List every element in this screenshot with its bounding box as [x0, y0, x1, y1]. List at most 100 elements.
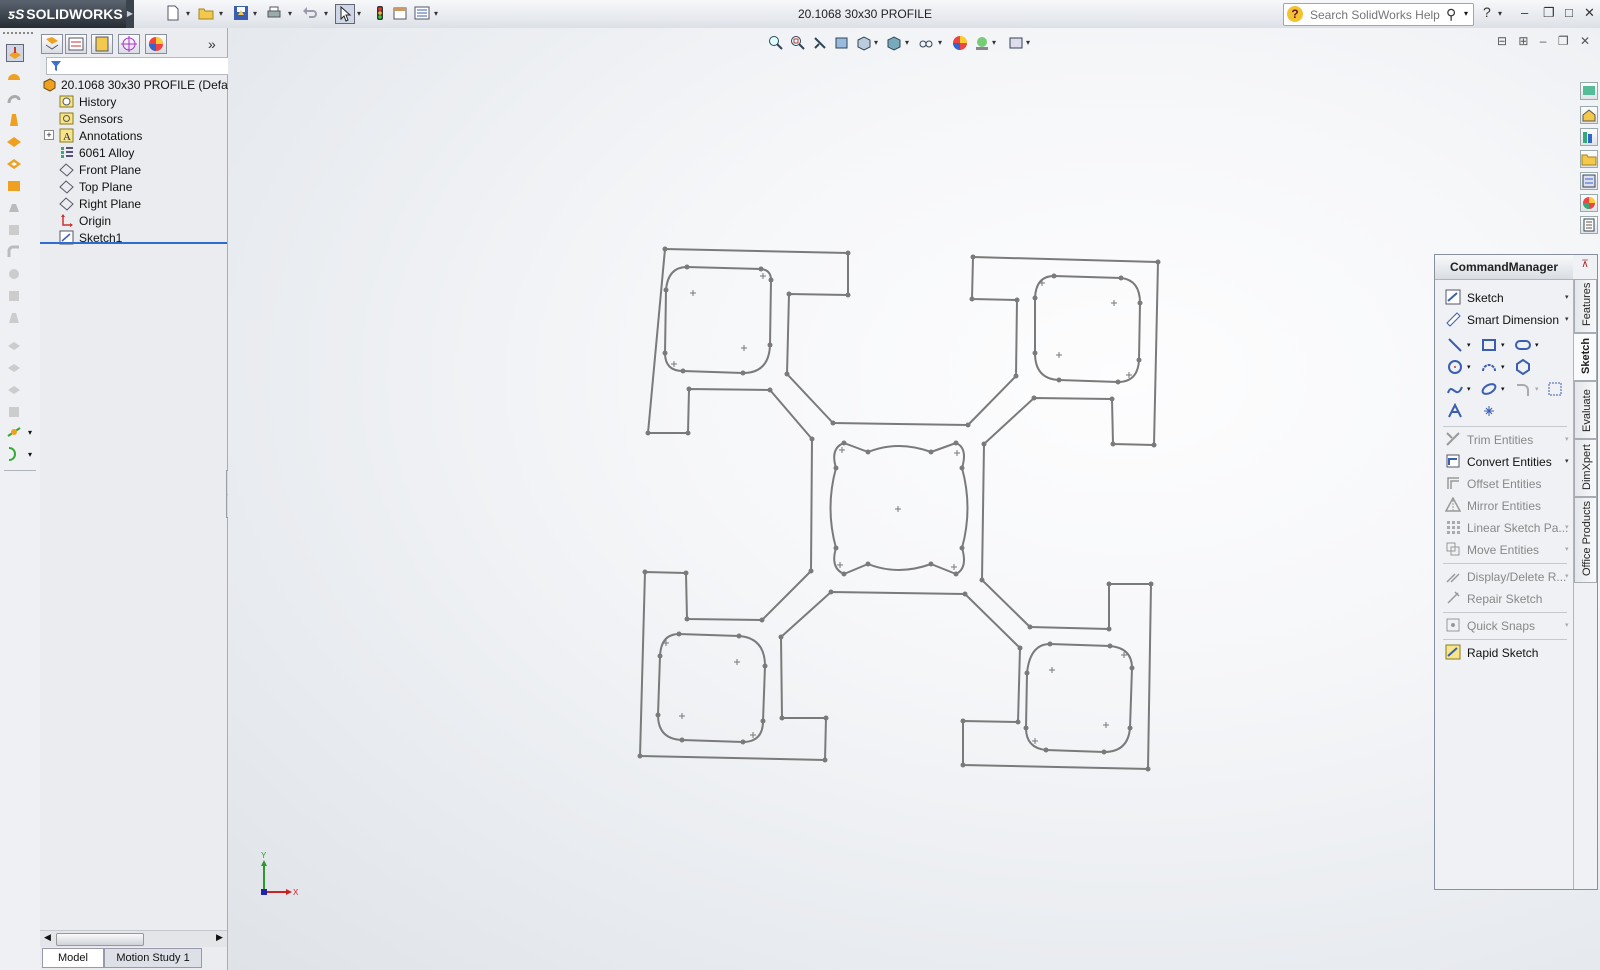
text-icon[interactable] — [1447, 403, 1463, 419]
relations-dropdown-icon[interactable]: ▾ — [1565, 572, 1569, 580]
print-dropdown-icon[interactable]: ▾ — [288, 9, 292, 18]
minimize-icon[interactable]: ‒ — [1521, 5, 1528, 20]
tab-dimxpert[interactable]: DimXpert — [1574, 439, 1597, 497]
scroll-right-icon[interactable]: ▶ — [216, 932, 223, 943]
line-dropdown-icon[interactable]: ▾ — [1467, 341, 1471, 349]
scroll-left-icon[interactable]: ◀ — [44, 932, 51, 943]
curves-dropdown-icon[interactable]: ▾ — [28, 450, 32, 459]
move-dropdown-icon[interactable]: ▾ — [1565, 545, 1569, 553]
circle-dropdown-icon[interactable]: ▾ — [1467, 363, 1471, 371]
search-input[interactable] — [1308, 6, 1442, 24]
restore-icon[interactable]: ❐ — [1543, 5, 1555, 21]
help-icon[interactable]: ? — [1483, 4, 1491, 20]
sketch-dropdown-icon[interactable]: ▾ — [1565, 293, 1569, 301]
solidworks-resources-icon[interactable] — [1580, 82, 1598, 100]
sketch-profile-drawing[interactable] — [228, 28, 1600, 970]
line-icon[interactable] — [1447, 337, 1463, 353]
sketch-button[interactable]: Sketch ▾ — [1443, 287, 1569, 307]
home-icon[interactable] — [1580, 106, 1598, 124]
tree-item-right-plane[interactable]: Right Plane — [40, 195, 227, 212]
help-dropdown-icon[interactable]: ▾ — [1498, 9, 1502, 18]
more-tabs-chevron-icon[interactable]: » — [208, 36, 216, 52]
circle-icon[interactable] — [1447, 359, 1463, 375]
tab-evaluate[interactable]: Evaluate — [1574, 381, 1597, 439]
offset-entities-button[interactable]: Offset Entities — [1443, 473, 1567, 493]
rollback-bar[interactable] — [40, 242, 227, 244]
tree-root-part[interactable]: 20.1068 30x30 PROFILE (Default< — [40, 76, 247, 93]
auto-hide-pin-icon[interactable]: ⊼ — [1576, 259, 1594, 275]
plane-sketch-icon[interactable] — [1547, 381, 1563, 397]
rapid-sketch-button[interactable]: Rapid Sketch — [1443, 642, 1567, 662]
tree-item-front-plane[interactable]: Front Plane — [40, 161, 227, 178]
search-dropdown-icon[interactable]: ▾ — [1464, 9, 1468, 18]
tab-property-manager[interactable] — [65, 34, 87, 54]
open-dropdown-icon[interactable]: ▾ — [219, 9, 223, 18]
select-pointer-icon[interactable] — [335, 4, 355, 24]
mirror-entities-button[interactable]: Mirror Entities — [1443, 495, 1567, 515]
tab-dimxpert-manager[interactable] — [118, 34, 140, 54]
search-icon[interactable]: ⚲ — [1446, 6, 1456, 23]
save-icon[interactable] — [233, 5, 249, 21]
sketch-fillet-icon[interactable] — [1515, 381, 1531, 397]
rectangle-icon[interactable] — [1481, 337, 1497, 353]
tab-feature-manager[interactable] — [41, 34, 63, 54]
repair-sketch-button[interactable]: Repair Sketch — [1443, 588, 1567, 608]
feature-tree-filter[interactable] — [46, 57, 229, 75]
save-dropdown-icon[interactable]: ▾ — [253, 9, 257, 18]
tab-office-products[interactable]: Office Products — [1574, 497, 1597, 583]
quick-snaps-dropdown-icon[interactable]: ▾ — [1565, 621, 1569, 629]
rebuild-icon[interactable] — [372, 5, 388, 21]
toolbar-grip[interactable] — [3, 32, 33, 34]
tab-motion-study[interactable]: Motion Study 1 — [104, 948, 202, 968]
loft-icon[interactable] — [6, 112, 22, 128]
appearances-icon[interactable] — [1580, 194, 1598, 212]
fillet-dropdown-icon[interactable]: ▾ — [1535, 385, 1539, 393]
command-manager-title[interactable]: CommandManager — [1435, 255, 1573, 280]
expand-plus-icon[interactable]: + — [44, 130, 54, 140]
intersect-icon[interactable] — [6, 360, 22, 376]
linear-pattern-dropdown-icon[interactable]: ▾ — [1565, 523, 1569, 531]
curves-icon[interactable] — [6, 446, 22, 462]
sweep-icon[interactable] — [6, 90, 22, 106]
slot-icon[interactable] — [1515, 337, 1531, 353]
cut-extrude-icon[interactable] — [6, 156, 22, 172]
revolve-icon[interactable] — [6, 68, 22, 84]
search-help-box[interactable]: ? ⚲ ▾ — [1283, 3, 1474, 26]
print-icon[interactable] — [266, 5, 282, 21]
reference-geometry-icon[interactable] — [6, 424, 22, 440]
file-explorer-icon[interactable] — [1580, 150, 1598, 168]
linear-pattern-icon[interactable] — [6, 266, 22, 282]
tab-configuration-manager[interactable] — [91, 34, 113, 54]
tab-model[interactable]: Model — [42, 948, 104, 968]
ellipse-icon[interactable] — [1481, 381, 1497, 397]
ellipse-dropdown-icon[interactable]: ▾ — [1501, 385, 1505, 393]
shell-icon[interactable] — [6, 404, 22, 420]
spline-dropdown-icon[interactable]: ▾ — [1467, 385, 1471, 393]
close-icon[interactable]: ✕ — [1584, 5, 1595, 21]
trim-entities-button[interactable]: Trim Entities ▾ — [1443, 429, 1569, 449]
help-question-icon[interactable]: ? — [1287, 6, 1303, 22]
fillet-icon[interactable] — [6, 244, 22, 260]
smart-dimension-button[interactable]: Smart Dimension ▾ — [1443, 309, 1569, 329]
tree-item-top-plane[interactable]: Top Plane — [40, 178, 227, 195]
tree-item-history[interactable]: History — [40, 93, 227, 110]
draft-icon[interactable] — [6, 310, 22, 326]
tree-item-material[interactable]: 6061 Alloy — [40, 144, 227, 161]
point-icon[interactable] — [1481, 403, 1497, 419]
quick-snaps-button[interactable]: Quick Snaps ▾ — [1443, 615, 1569, 635]
arc-dropdown-icon[interactable]: ▾ — [1501, 363, 1505, 371]
maximize-icon[interactable]: □ — [1565, 5, 1573, 20]
arc-icon[interactable] — [1481, 359, 1497, 375]
horizontal-scrollbar[interactable]: ◀ ▶ — [40, 930, 227, 947]
extrude-icon[interactable] — [6, 44, 24, 62]
mirror-feature-icon[interactable] — [6, 382, 22, 398]
tree-item-annotations[interactable]: + A Annotations — [40, 127, 227, 144]
graphics-area[interactable]: ▾ ▾ ▾ ▾ ▾ ⊟ ⊞ ‒ ❐ ✕ Y X — [228, 28, 1600, 970]
custom-properties-icon[interactable] — [1580, 216, 1598, 234]
convert-entities-button[interactable]: Convert Entities ▾ — [1443, 451, 1569, 471]
open-folder-icon[interactable] — [198, 5, 214, 21]
tab-features[interactable]: Features — [1574, 279, 1597, 333]
polygon-icon[interactable] — [1515, 359, 1531, 375]
view-palette-icon[interactable] — [1580, 172, 1598, 190]
new-dropdown-icon[interactable]: ▾ — [186, 9, 190, 18]
